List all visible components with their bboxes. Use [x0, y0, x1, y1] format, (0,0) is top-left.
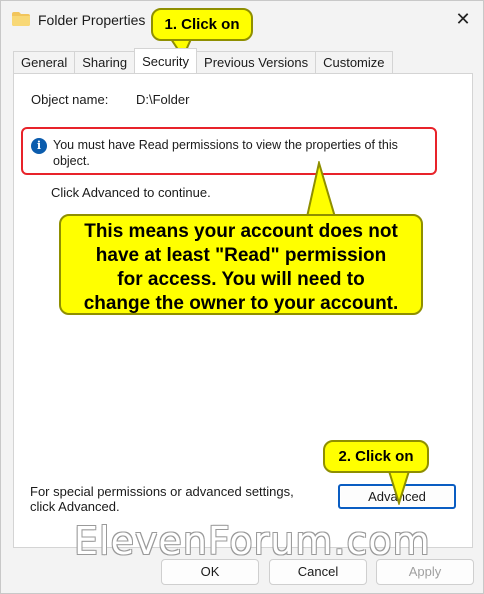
- callout-line: This means your account does not: [84, 221, 398, 242]
- object-name-label: Object name:: [31, 92, 109, 107]
- apply-button[interactable]: Apply: [376, 559, 474, 585]
- permission-warning: i You must have Read permissions to view…: [21, 127, 437, 175]
- callout-line: have at least "Read" permission: [95, 245, 387, 266]
- tab-customize[interactable]: Customize: [315, 51, 393, 74]
- watermark: ElevenForum.com: [74, 519, 431, 563]
- tab-security[interactable]: Security: [134, 48, 198, 73]
- special-permissions-text: For special permissions or advanced sett…: [30, 484, 294, 514]
- close-button[interactable]: ✕: [447, 5, 479, 33]
- info-icon: i: [31, 138, 47, 154]
- folder-icon: [12, 12, 30, 26]
- callout-step-2: 2. Click on: [323, 440, 429, 473]
- tab-strip: General Sharing Security Previous Versio…: [13, 48, 393, 74]
- callout-explanation: This means your account does not have at…: [59, 214, 423, 315]
- callout-line: change the owner to your account.: [83, 293, 399, 314]
- tab-previous-versions[interactable]: Previous Versions: [196, 51, 317, 74]
- callout-main-tail: [305, 161, 337, 217]
- window-title: Folder Properties: [38, 12, 146, 28]
- cancel-button[interactable]: Cancel: [269, 559, 367, 585]
- callout-2-tail: [387, 471, 411, 505]
- permission-warning-text: You must have Read permissions to view t…: [53, 138, 398, 168]
- properties-window: Folder Properties ✕ General Sharing Secu…: [0, 0, 484, 594]
- tab-sharing[interactable]: Sharing: [74, 51, 136, 74]
- callout-line: for access. You will need to: [117, 269, 365, 290]
- callout-step-1: 1. Click on: [151, 8, 253, 41]
- tab-general[interactable]: General: [13, 51, 76, 74]
- continue-instruction: Click Advanced to continue.: [51, 185, 211, 200]
- ok-button[interactable]: OK: [161, 559, 259, 585]
- object-name-value: D:\Folder: [136, 92, 190, 107]
- close-icon: ✕: [455, 8, 471, 29]
